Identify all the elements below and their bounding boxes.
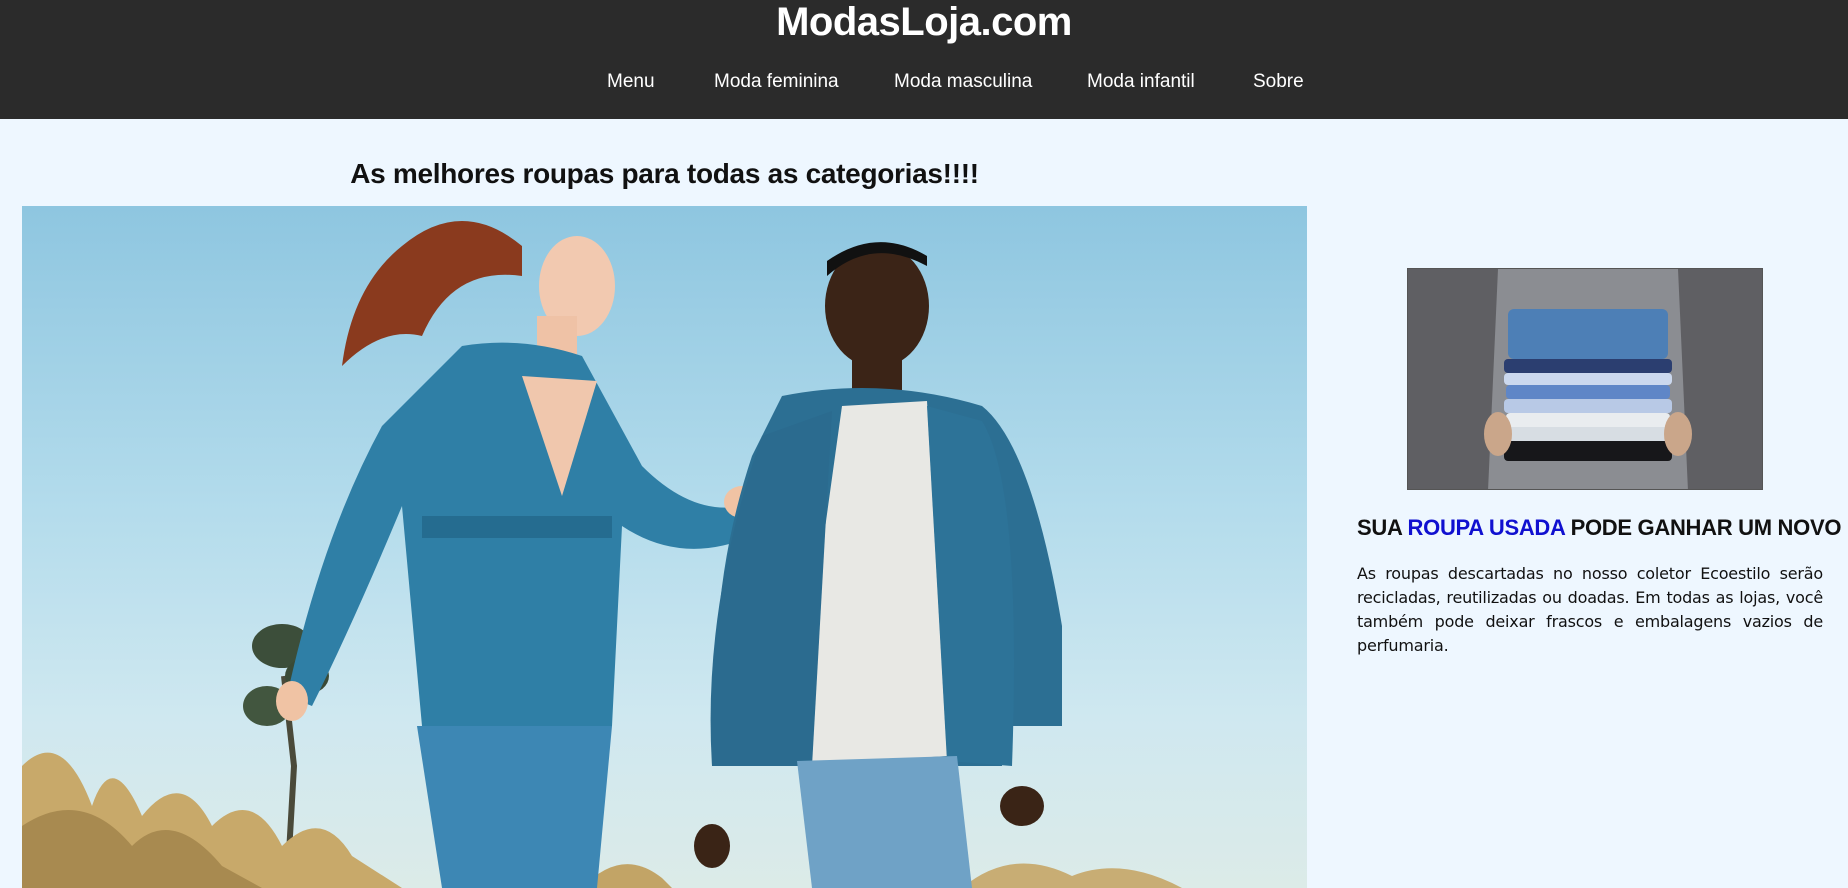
site-header: ModasLoja.com Menu Moda feminina Moda ma… [0, 0, 1848, 119]
main-nav: Menu Moda feminina Moda masculina Moda i… [0, 70, 1848, 96]
nav-item-moda-feminina[interactable]: Moda feminina [714, 70, 839, 94]
sidebar-heading: SUA ROUPA USADA PODE GANHAR UM NOVO USO [1357, 515, 1848, 541]
nav-item-menu[interactable]: Menu [607, 70, 655, 94]
clothes-stack-illustration [1408, 269, 1762, 489]
hero-illustration [22, 221, 1182, 888]
site-title[interactable]: ModasLoja.com [0, 0, 1848, 44]
nav-item-moda-infantil[interactable]: Moda infantil [1087, 70, 1195, 94]
hero-image [22, 206, 1307, 888]
sidebar-heading-accent: ROUPA USADA [1407, 515, 1566, 540]
sidebar-text: As roupas descartadas no nosso coletor E… [1357, 564, 1823, 655]
sidebar-heading-part1: SUA [1357, 515, 1408, 540]
nav-item-moda-masculina[interactable]: Moda masculina [894, 70, 1032, 94]
sidebar-heading-part2: PODE GANHAR UM NOVO USO [1570, 515, 1848, 540]
clothes-stack-image [1407, 268, 1763, 490]
nav-item-sobre[interactable]: Sobre [1253, 70, 1304, 94]
main-heading: As melhores roupas para todas as categor… [350, 158, 979, 189]
woman-figure [276, 221, 760, 888]
man-figure [694, 242, 1062, 888]
